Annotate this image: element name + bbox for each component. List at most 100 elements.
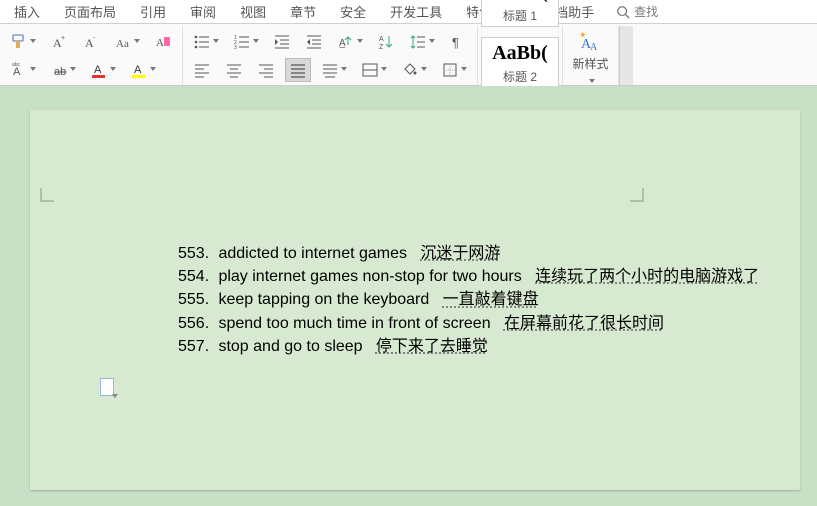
ribbon-collapsed-pane[interactable] (619, 26, 633, 85)
svg-text:A: A (134, 64, 142, 76)
line-number: 556. (178, 312, 214, 335)
chevron-down-icon (30, 39, 36, 45)
svg-text:3: 3 (234, 45, 237, 51)
text-direction-icon: A̲ (337, 33, 355, 51)
phonetic-guide-icon: Aabc (10, 61, 28, 79)
chevron-down-icon (357, 39, 363, 45)
paste-options-button[interactable] (100, 378, 118, 400)
document-content[interactable]: 553. addicted to internet games 沉迷于网游 55… (178, 242, 759, 358)
change-case-icon: Aa (114, 33, 132, 51)
change-case-button[interactable]: Aa (110, 30, 144, 54)
phonetic-guide-button[interactable]: Aabc (6, 58, 40, 82)
group-format: A+ A- Aa A Aabc ab A (0, 26, 183, 85)
paste-options-icon (100, 378, 114, 396)
svg-text:Z: Z (379, 44, 384, 51)
sort-icon: AZ (377, 33, 395, 51)
align-justify-button[interactable] (285, 58, 311, 82)
chevron-down-icon (150, 67, 156, 73)
bullets-button[interactable] (189, 30, 223, 54)
doc-line: 555. keep tapping on the keyboard 一直敲着键盘 (178, 288, 759, 311)
align-left-button[interactable] (189, 58, 215, 82)
sort-button[interactable]: AZ (373, 30, 399, 54)
svg-text:+: + (61, 35, 65, 42)
numbering-button[interactable]: 123 (229, 30, 263, 54)
shading-button[interactable] (397, 58, 431, 82)
menu-devtools[interactable]: 开发工具 (380, 0, 452, 23)
font-color-icon: A (90, 61, 108, 79)
increase-indent-icon (305, 33, 323, 51)
document-canvas[interactable]: 553. addicted to internet games 沉迷于网游 55… (0, 86, 817, 506)
grow-font-button[interactable]: A+ (46, 30, 72, 54)
line-number: 554. (178, 265, 214, 288)
decrease-indent-button[interactable] (269, 30, 295, 54)
menu-references[interactable]: 引用 (130, 0, 176, 23)
line-number: 555. (178, 288, 214, 311)
align-distribute-icon (321, 61, 339, 79)
bullets-icon (193, 33, 211, 51)
border-button[interactable] (437, 58, 471, 82)
new-style-icon: AA✦ (576, 31, 604, 55)
text-direction-button[interactable]: A̲ (333, 30, 367, 54)
chevron-down-icon (421, 67, 427, 73)
align-distribute-button[interactable] (317, 58, 351, 82)
chevron-down-icon (589, 79, 595, 83)
svg-text:¶: ¶ (452, 35, 459, 50)
line-zh: 一直敲着键盘 (443, 291, 539, 308)
shrink-font-button[interactable]: A- (78, 30, 104, 54)
line-en: stop and go to sleep (218, 338, 362, 355)
menu-view[interactable]: 视图 (230, 0, 276, 23)
chevron-down-icon (381, 67, 387, 73)
chevron-down-icon (253, 39, 259, 45)
increase-indent-button[interactable] (301, 30, 327, 54)
svg-text:A: A (590, 42, 598, 53)
style-label: 标题 1 (503, 7, 537, 26)
menu-security[interactable]: 安全 (330, 0, 376, 23)
line-en: keep tapping on the keyboard (218, 291, 429, 308)
character-border-icon: ab (50, 61, 68, 79)
line-spacing-button[interactable] (405, 30, 439, 54)
style-preview: AaBb( (492, 38, 548, 68)
tab-stops-icon (361, 61, 379, 79)
menu-search[interactable]: 查找 (608, 1, 666, 22)
align-right-button[interactable] (253, 58, 279, 82)
chevron-down-icon (70, 67, 76, 73)
show-marks-button[interactable]: ¶ (445, 30, 471, 54)
new-style-button[interactable]: AA✦ 新样式 (568, 28, 612, 75)
style-heading1[interactable]: AaBb( 标题 1 (481, 0, 559, 27)
line-en: spend too much time in front of screen (218, 315, 490, 332)
ribbon: A+ A- Aa A Aabc ab A (0, 24, 817, 86)
style-label: 标题 2 (503, 68, 537, 87)
menu-page-layout[interactable]: 页面布局 (54, 0, 126, 23)
clear-format-button[interactable]: A (150, 30, 176, 54)
align-center-icon (225, 61, 243, 79)
svg-text:Aa: Aa (116, 38, 129, 50)
style-preview: AaBb( (492, 0, 548, 7)
highlight-button[interactable]: A (126, 58, 160, 82)
tab-stops-button[interactable] (357, 58, 391, 82)
chevron-down-icon (134, 39, 140, 45)
align-right-icon (257, 61, 275, 79)
menu-review[interactable]: 审阅 (180, 0, 226, 23)
svg-text:ab: ab (54, 66, 66, 78)
group-paragraph: 123 A̲ AZ ¶ (183, 26, 478, 85)
svg-text:✦: ✦ (579, 31, 587, 40)
align-center-button[interactable] (221, 58, 247, 82)
group-new-style: AA✦ 新样式 (563, 26, 619, 85)
line-en: play internet games non-stop for two hou… (218, 268, 521, 285)
margin-marker-right (630, 188, 644, 202)
style-heading2[interactable]: AaBb( 标题 2 (481, 37, 559, 88)
align-left-icon (193, 61, 211, 79)
doc-line: 556. spend too much time in front of scr… (178, 312, 759, 335)
document-page: 553. addicted to internet games 沉迷于网游 55… (30, 110, 800, 490)
character-border-button[interactable]: ab (46, 58, 80, 82)
format-painter-button[interactable] (6, 30, 40, 54)
margin-marker-left (40, 188, 54, 202)
svg-text:-: - (93, 35, 96, 42)
numbering-icon: 123 (233, 33, 251, 51)
menu-insert[interactable]: 插入 (4, 0, 50, 23)
chevron-down-icon (341, 67, 347, 73)
line-en: addicted to internet games (218, 245, 407, 262)
menu-chapter[interactable]: 章节 (280, 0, 326, 23)
decrease-indent-icon (273, 33, 291, 51)
font-color-button[interactable]: A (86, 58, 120, 82)
